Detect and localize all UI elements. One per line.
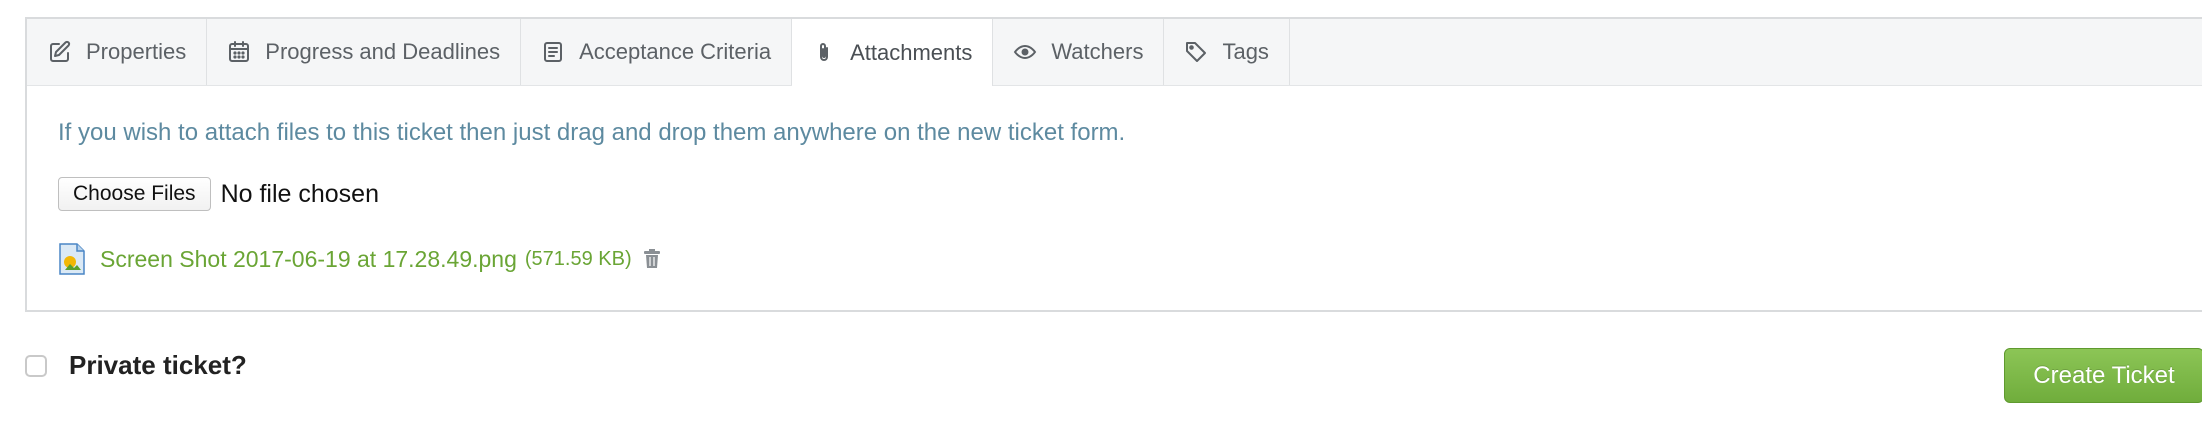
tab-label: Properties — [86, 39, 187, 64]
attachment-item: Screen Shot 2017-06-19 at 17.28.49.png (… — [58, 243, 2202, 275]
document-icon — [541, 40, 565, 64]
tab-label: Attachments — [850, 39, 973, 65]
tab-label: Acceptance Criteria — [579, 39, 772, 64]
image-file-icon — [58, 243, 86, 275]
tab-bar: Properties Progress and Deadlines Accept… — [27, 19, 2202, 86]
no-file-chosen-text: No file chosen — [220, 179, 379, 208]
tab-watchers[interactable]: Watchers — [993, 19, 1165, 85]
choose-files-button[interactable]: Choose Files — [58, 177, 211, 211]
tab-acceptance-criteria[interactable]: Acceptance Criteria — [521, 19, 793, 85]
tab-tags[interactable]: Tags — [1164, 19, 1290, 85]
edit-icon — [48, 40, 72, 64]
attachments-tab-content: If you wish to attach files to this tick… — [27, 119, 2202, 275]
tab-properties[interactable]: Properties — [28, 19, 208, 85]
tab-label: Tags — [1222, 39, 1269, 64]
tab-label: Watchers — [1051, 39, 1144, 64]
private-ticket-option: Private ticket? — [25, 350, 247, 381]
private-ticket-label: Private ticket? — [69, 350, 247, 380]
trash-icon[interactable] — [642, 248, 662, 270]
tag-icon — [1184, 40, 1208, 64]
ticket-tabs-panel: Properties Progress and Deadlines Accept… — [25, 17, 2202, 312]
tab-attachments[interactable]: Attachments — [792, 19, 994, 86]
file-input[interactable]: Choose Files No file chosen — [58, 177, 2202, 211]
calendar-icon — [227, 40, 251, 64]
eye-icon — [1013, 40, 1037, 64]
paperclip-icon — [812, 41, 836, 65]
attachment-file-link[interactable]: Screen Shot 2017-06-19 at 17.28.49.png — [100, 246, 517, 273]
create-ticket-button[interactable]: Create Ticket — [2004, 348, 2202, 403]
drag-drop-hint: If you wish to attach files to this tick… — [58, 119, 1126, 146]
attachment-file-size: (571.59 KB) — [524, 247, 632, 270]
tab-progress-and-deadlines[interactable]: Progress and Deadlines — [207, 19, 522, 85]
private-ticket-checkbox[interactable] — [25, 354, 47, 377]
tab-label: Progress and Deadlines — [265, 39, 501, 64]
